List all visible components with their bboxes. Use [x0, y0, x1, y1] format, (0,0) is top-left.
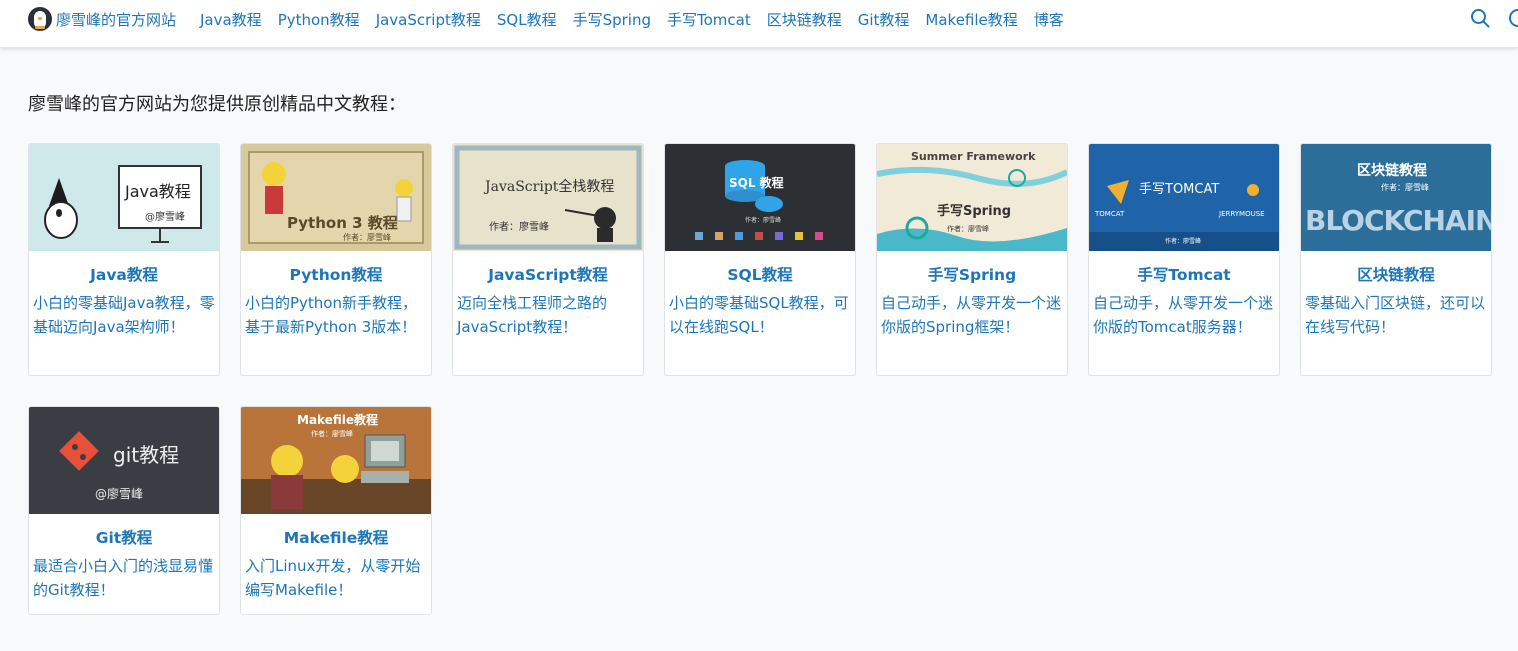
- card-makefile-title: Makefile教程: [283, 529, 389, 547]
- card-sql[interactable]: SQL 教程 作者：廖雪峰 SQL教程 小白的零基础SQL教程，可以在线跑SQL…: [664, 143, 856, 376]
- nav-python[interactable]: Python教程: [278, 9, 360, 30]
- card-blockchain-desc: 零基础入门区块链，还可以在线写代码！: [1305, 294, 1486, 336]
- card-javascript[interactable]: JavaScript全栈教程 作者：廖雪峰 JavaScript教程 迈向全栈工…: [452, 143, 644, 376]
- java-thumb-title: Java教程: [125, 182, 191, 201]
- spring-thumb-top: Summer Framework: [911, 150, 1036, 163]
- card-python-thumbnail: Python 3 教程 作者：廖雪峰: [241, 144, 431, 251]
- nav-blockchain[interactable]: 区块链教程: [767, 9, 842, 30]
- card-sql-desc: 小白的零基础SQL教程，可以在线跑SQL！: [669, 294, 849, 336]
- card-python-title: Python教程: [289, 266, 383, 284]
- card-javascript-title: JavaScript教程: [488, 266, 608, 284]
- card-git-thumbnail: git教程 @廖雪峰: [29, 407, 219, 514]
- user-icon[interactable]: [1508, 8, 1518, 28]
- main-nav: Java教程 Python教程 JavaScript教程 SQL教程 手写Spr…: [200, 8, 1080, 30]
- card-sql-title: SQL教程: [727, 266, 793, 284]
- card-java-desc: 小白的零基础Java教程，零基础迈向Java架构师！: [33, 294, 215, 336]
- card-tomcat-title: 手写Tomcat: [1137, 266, 1231, 284]
- nav-java[interactable]: Java教程: [200, 9, 262, 30]
- sql-thumb-author: 作者：廖雪峰: [745, 217, 782, 224]
- card-git-desc: 最适合小白入门的浅显易懂的Git教程！: [33, 557, 214, 599]
- tomcat-thumb-title: 手写TOMCAT: [1139, 182, 1220, 197]
- blockchain-thumb-title: 区块链教程: [1357, 163, 1427, 179]
- blockchain-thumb-word: BLOCKCHAIN: [1305, 204, 1491, 237]
- search-icon[interactable]: [1470, 8, 1490, 28]
- card-makefile-thumbnail: Makefile教程 作者：廖雪峰: [241, 407, 431, 514]
- card-java-title: Java教程: [90, 266, 158, 284]
- intro-heading: 廖雪峰的官方网站为您提供原创精品中文教程：: [28, 94, 406, 115]
- nav-blog[interactable]: 博客: [1034, 9, 1064, 30]
- card-blockchain-thumbnail: 区块链教程 作者：廖雪峰 BLOCKCHAIN: [1301, 144, 1491, 251]
- nav-makefile[interactable]: Makefile教程: [925, 9, 1017, 30]
- card-javascript-thumbnail: JavaScript全栈教程 作者：廖雪峰: [453, 144, 643, 251]
- nav-git[interactable]: Git教程: [858, 9, 910, 30]
- spring-thumb-title: 手写Spring: [937, 204, 1012, 219]
- card-spring[interactable]: Summer Framework 手写Spring 作者：廖雪峰 手写Sprin…: [876, 143, 1068, 376]
- card-python[interactable]: Python 3 教程 作者：廖雪峰 Python教程 小白的Python新手教…: [240, 143, 432, 376]
- card-makefile-desc: 入门Linux开发，从零开始编写Makefile！: [245, 557, 421, 599]
- top-navbar: 廖雪峰的官方网站 Java教程 Python教程 JavaScript教程 SQ…: [0, 0, 1518, 48]
- card-blockchain-title: 区块链教程: [1357, 266, 1435, 284]
- js-thumb-author: 作者：廖雪峰: [489, 222, 549, 233]
- makefile-thumb-author: 作者：廖雪峰: [311, 430, 353, 438]
- java-thumb-author: @廖雪峰: [145, 212, 185, 223]
- card-makefile[interactable]: Makefile教程 作者：廖雪峰 Makefile教程 入门Linux开发，从…: [240, 406, 432, 615]
- card-sql-thumbnail: SQL 教程 作者：廖雪峰: [665, 144, 855, 251]
- nav-sql[interactable]: SQL教程: [497, 9, 557, 30]
- spring-thumb-author: 作者：廖雪峰: [947, 225, 989, 233]
- tomcat-thumb-author: 作者：廖雪峰: [1165, 238, 1202, 245]
- tomcat-thumb-right: JERRYMOUSE: [1219, 210, 1265, 218]
- card-tomcat[interactable]: 手写TOMCAT TOMCAT JERRYMOUSE 作者：廖雪峰 手写Tomc…: [1088, 143, 1280, 376]
- js-thumb-title: JavaScript全栈教程: [485, 179, 615, 195]
- card-javascript-desc: 迈向全栈工程师之路的JavaScript教程！: [457, 294, 608, 336]
- makefile-thumb-title: Makefile教程: [297, 413, 378, 427]
- card-tomcat-thumbnail: 手写TOMCAT TOMCAT JERRYMOUSE 作者：廖雪峰: [1089, 144, 1279, 251]
- python-thumb-title: Python 3 教程: [287, 214, 398, 232]
- site-brand-name: 廖雪峰的官方网站: [56, 10, 177, 29]
- python-thumb-author: 作者：廖雪峰: [343, 233, 391, 242]
- sql-thumb-title: SQL 教程: [729, 176, 784, 190]
- git-thumb-title: git教程: [113, 443, 180, 467]
- card-blockchain[interactable]: 区块链教程 作者：廖雪峰 BLOCKCHAIN 区块链教程 零基础入门区块链，还…: [1300, 143, 1492, 376]
- site-logo-icon: [28, 7, 52, 31]
- card-spring-desc: 自己动手，从零开发一个迷你版的Spring框架！: [881, 294, 1062, 336]
- card-python-desc: 小白的Python新手教程，基于最新Python 3版本！: [245, 294, 417, 336]
- card-spring-thumbnail: Summer Framework 手写Spring 作者：廖雪峰: [877, 144, 1067, 251]
- nav-tomcat[interactable]: 手写Tomcat: [667, 9, 751, 30]
- card-java[interactable]: Java教程 @廖雪峰 Java教程 小白的零基础Java教程，零基础迈向Jav…: [28, 143, 220, 376]
- git-thumb-author: @廖雪峰: [95, 487, 144, 501]
- tomcat-thumb-left: TOMCAT: [1095, 210, 1125, 218]
- card-tomcat-desc: 自己动手，从零开发一个迷你版的Tomcat服务器！: [1093, 294, 1274, 336]
- nav-javascript[interactable]: JavaScript教程: [376, 9, 481, 30]
- card-git-title: Git教程: [95, 529, 153, 547]
- blockchain-thumb-author: 作者：廖雪峰: [1381, 183, 1429, 192]
- nav-spring[interactable]: 手写Spring: [573, 9, 651, 30]
- card-java-thumbnail: Java教程 @廖雪峰: [29, 144, 219, 251]
- card-spring-title: 手写Spring: [927, 266, 1017, 284]
- card-git[interactable]: git教程 @廖雪峰 Git教程 最适合小白入门的浅显易懂的Git教程！: [28, 406, 220, 615]
- site-brand-link[interactable]: 廖雪峰的官方网站: [28, 7, 176, 31]
